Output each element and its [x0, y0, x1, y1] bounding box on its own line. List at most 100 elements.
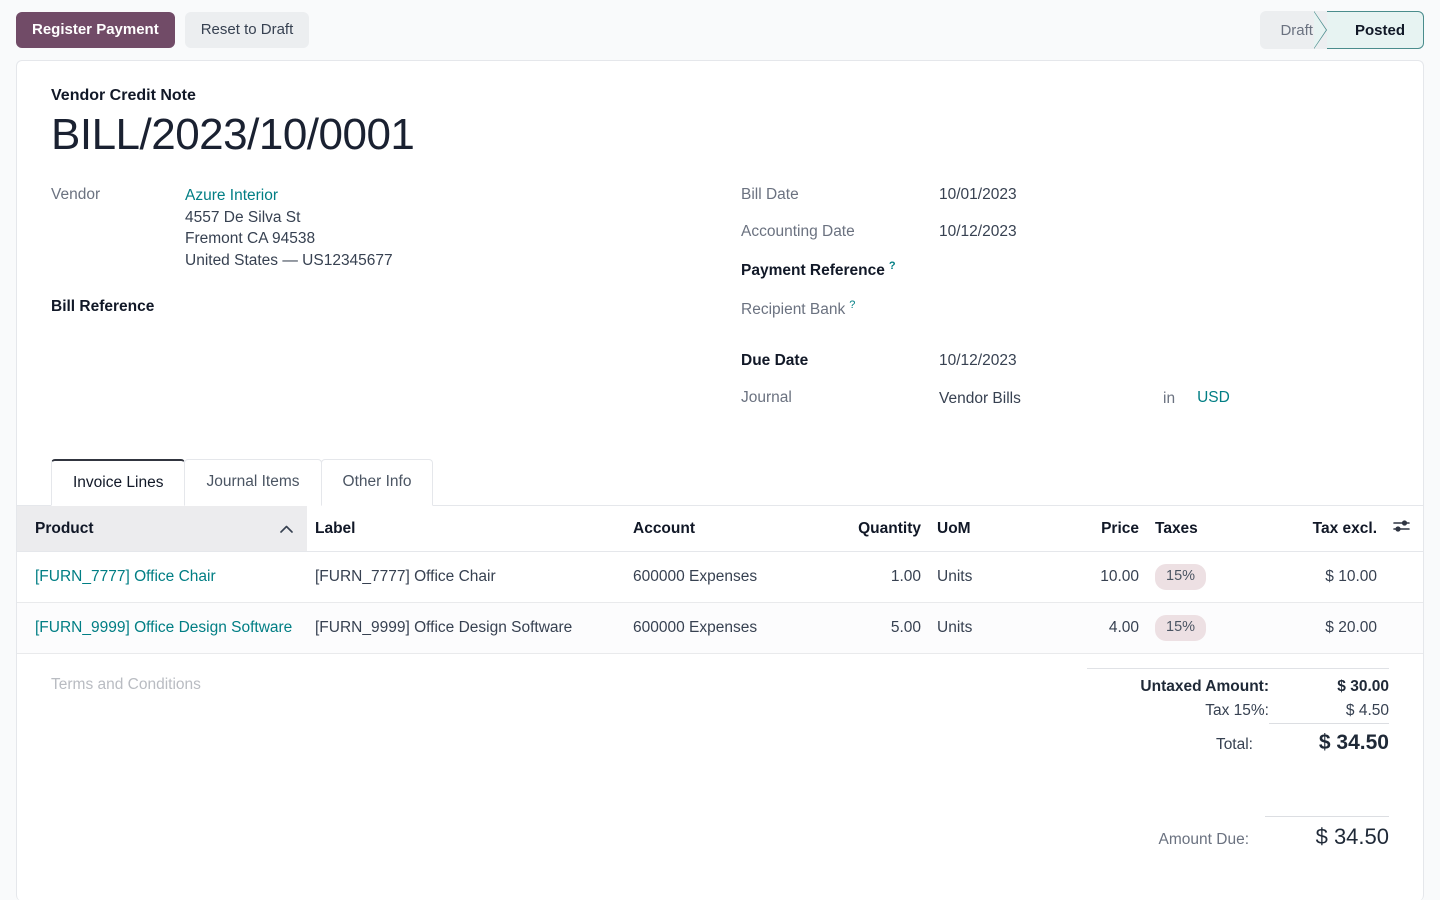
field-bill-reference: Bill Reference — [51, 297, 741, 318]
fields-right-column: Bill Date 10/01/2023 Accounting Date 10/… — [741, 185, 1389, 425]
column-header-price[interactable]: Price — [1049, 506, 1147, 552]
cell-label[interactable]: [FURN_7777] Office Chair — [307, 552, 625, 603]
field-recipient-bank: Recipient Bank? — [741, 298, 1389, 321]
payment-reference-label: Payment Reference — [741, 262, 885, 279]
column-header-account[interactable]: Account — [625, 506, 821, 552]
cell-product[interactable]: [FURN_7777] Office Chair — [17, 552, 307, 603]
totals-row-tax: Tax 15%: $ 4.50 — [1087, 699, 1389, 723]
sort-ascending-icon — [280, 521, 293, 536]
cell-tax-excl: $ 10.00 — [1265, 552, 1385, 603]
currency-link[interactable]: USD — [1197, 388, 1230, 409]
reset-to-draft-button[interactable]: Reset to Draft — [185, 12, 310, 48]
amount-due-value: $ 34.50 — [1265, 824, 1389, 850]
table-row[interactable]: [FURN_9999] Office Design Software [FURN… — [17, 602, 1423, 653]
tax-label: Tax 15%: — [1205, 702, 1269, 720]
accounting-date-label: Accounting Date — [741, 222, 939, 243]
payment-reference-help-icon[interactable]: ? — [889, 260, 896, 272]
vendor-address-line-2: Fremont CA 94538 — [185, 228, 393, 249]
bill-reference-label: Bill Reference — [51, 297, 185, 318]
journal-label: Journal — [741, 388, 939, 409]
column-header-tax-excl[interactable]: Tax excl. — [1265, 506, 1385, 552]
fields-left-column: Vendor Azure Interior 4557 De Silva St F… — [51, 185, 741, 425]
column-header-label[interactable]: Label — [307, 506, 625, 552]
invoice-lines-table: Product Label Account Quantity UoM Price… — [17, 506, 1423, 654]
invoice-lines-head: Product Label Account Quantity UoM Price… — [17, 506, 1423, 552]
column-header-product[interactable]: Product — [17, 506, 307, 552]
column-header-product-label: Product — [35, 520, 94, 537]
invoice-lines-body: [FURN_7777] Office Chair [FURN_7777] Off… — [17, 552, 1423, 654]
tab-journal-items[interactable]: Journal Items — [184, 459, 321, 506]
table-row[interactable]: [FURN_7777] Office Chair [FURN_7777] Off… — [17, 552, 1423, 603]
cell-price[interactable]: 4.00 — [1049, 602, 1147, 653]
totals-row-amount-due: Amount Due: $ 34.50 — [1087, 817, 1389, 853]
bill-date-label: Bill Date — [741, 185, 939, 206]
due-date-value[interactable]: 10/12/2023 — [939, 351, 1017, 372]
column-header-taxes[interactable]: Taxes — [1147, 506, 1265, 552]
field-payment-reference: Payment Reference? — [741, 259, 1389, 282]
journal-in-label: in — [1163, 390, 1175, 408]
amount-due-label: Amount Due: — [1159, 831, 1249, 849]
cell-account[interactable]: 600000 Expenses — [625, 552, 821, 603]
cell-label[interactable]: [FURN_9999] Office Design Software — [307, 602, 625, 653]
vendor-value-group: Azure Interior 4557 De Silva St Fremont … — [185, 185, 393, 271]
sheet-header-area: Vendor Credit Note BILL/2023/10/0001 Ven… — [17, 61, 1423, 425]
totals-row-total: Total: $ 34.50 — [1087, 724, 1389, 758]
totals-panel: Untaxed Amount: $ 30.00 Tax 15%: $ 4.50 … — [1087, 654, 1389, 853]
tax-value: $ 4.50 — [1285, 702, 1389, 720]
product-link[interactable]: [FURN_7777] Office Chair — [35, 568, 216, 585]
vendor-name-link[interactable]: Azure Interior — [185, 185, 393, 206]
total-value: $ 34.50 — [1269, 731, 1389, 755]
recipient-bank-label-group: Recipient Bank? — [741, 298, 939, 321]
column-options-cell — [1385, 506, 1423, 552]
tab-other-info[interactable]: Other Info — [321, 459, 434, 506]
cell-tax-excl: $ 20.00 — [1265, 602, 1385, 653]
cell-product[interactable]: [FURN_9999] Office Design Software — [17, 602, 307, 653]
field-accounting-date: Accounting Date 10/12/2023 — [741, 222, 1389, 243]
journal-value-group: Vendor Bills in USD — [939, 388, 1230, 409]
recipient-bank-help-icon[interactable]: ? — [849, 299, 855, 311]
journal-value[interactable]: Vendor Bills — [939, 390, 1163, 408]
fields-area: Vendor Azure Interior 4557 De Silva St F… — [51, 185, 1389, 425]
settings-adjust-icon[interactable] — [1393, 520, 1410, 537]
totals-row-untaxed: Untaxed Amount: $ 30.00 — [1087, 675, 1389, 699]
status-bar: Draft Posted — [1260, 11, 1424, 49]
field-vendor: Vendor Azure Interior 4557 De Silva St F… — [51, 185, 741, 271]
status-posted[interactable]: Posted — [1327, 11, 1424, 49]
control-panel: Register Payment Reset to Draft Draft Po… — [0, 0, 1440, 60]
sheet-wrapper: Vendor Credit Note BILL/2023/10/0001 Ven… — [0, 60, 1440, 900]
document-type-label: Vendor Credit Note — [51, 87, 1389, 105]
invoice-lines-header-row: Product Label Account Quantity UoM Price… — [17, 506, 1423, 552]
below-table-area: Terms and Conditions Untaxed Amount: $ 3… — [17, 654, 1423, 853]
notebook-tabs: Invoice Lines Journal Items Other Info — [51, 459, 1423, 506]
payment-reference-label-group: Payment Reference? — [741, 259, 939, 282]
totals-top-divider — [1087, 668, 1389, 669]
cell-row-options — [1385, 602, 1423, 653]
bill-date-value[interactable]: 10/01/2023 — [939, 185, 1017, 206]
tab-invoice-lines[interactable]: Invoice Lines — [51, 459, 185, 506]
untaxed-amount-label: Untaxed Amount: — [1140, 678, 1269, 696]
vendor-address-line-1: 4557 De Silva St — [185, 207, 393, 228]
column-header-quantity[interactable]: Quantity — [821, 506, 929, 552]
product-link[interactable]: [FURN_9999] Office Design Software — [35, 619, 292, 636]
cell-taxes[interactable]: 15% — [1147, 552, 1265, 603]
cell-taxes[interactable]: 15% — [1147, 602, 1265, 653]
accounting-date-value[interactable]: 10/12/2023 — [939, 222, 1017, 243]
vendor-address-line-3: United States — US12345677 — [185, 250, 393, 271]
cell-account[interactable]: 600000 Expenses — [625, 602, 821, 653]
cell-quantity[interactable]: 1.00 — [821, 552, 929, 603]
column-header-uom[interactable]: UoM — [929, 506, 1049, 552]
recipient-bank-label: Recipient Bank — [741, 301, 845, 318]
register-payment-button[interactable]: Register Payment — [16, 12, 175, 48]
field-group-spacer — [741, 337, 1389, 351]
field-journal: Journal Vendor Bills in USD — [741, 388, 1389, 409]
cell-quantity[interactable]: 5.00 — [821, 602, 929, 653]
cell-row-options — [1385, 552, 1423, 603]
vendor-label: Vendor — [51, 185, 185, 206]
form-sheet: Vendor Credit Note BILL/2023/10/0001 Ven… — [16, 60, 1424, 900]
cell-uom[interactable]: Units — [929, 552, 1049, 603]
tax-badge: 15% — [1155, 564, 1206, 590]
cell-price[interactable]: 10.00 — [1049, 552, 1147, 603]
terms-and-conditions-placeholder[interactable]: Terms and Conditions — [51, 654, 1087, 853]
cell-uom[interactable]: Units — [929, 602, 1049, 653]
amount-due-block: Amount Due: $ 34.50 — [1087, 816, 1389, 853]
